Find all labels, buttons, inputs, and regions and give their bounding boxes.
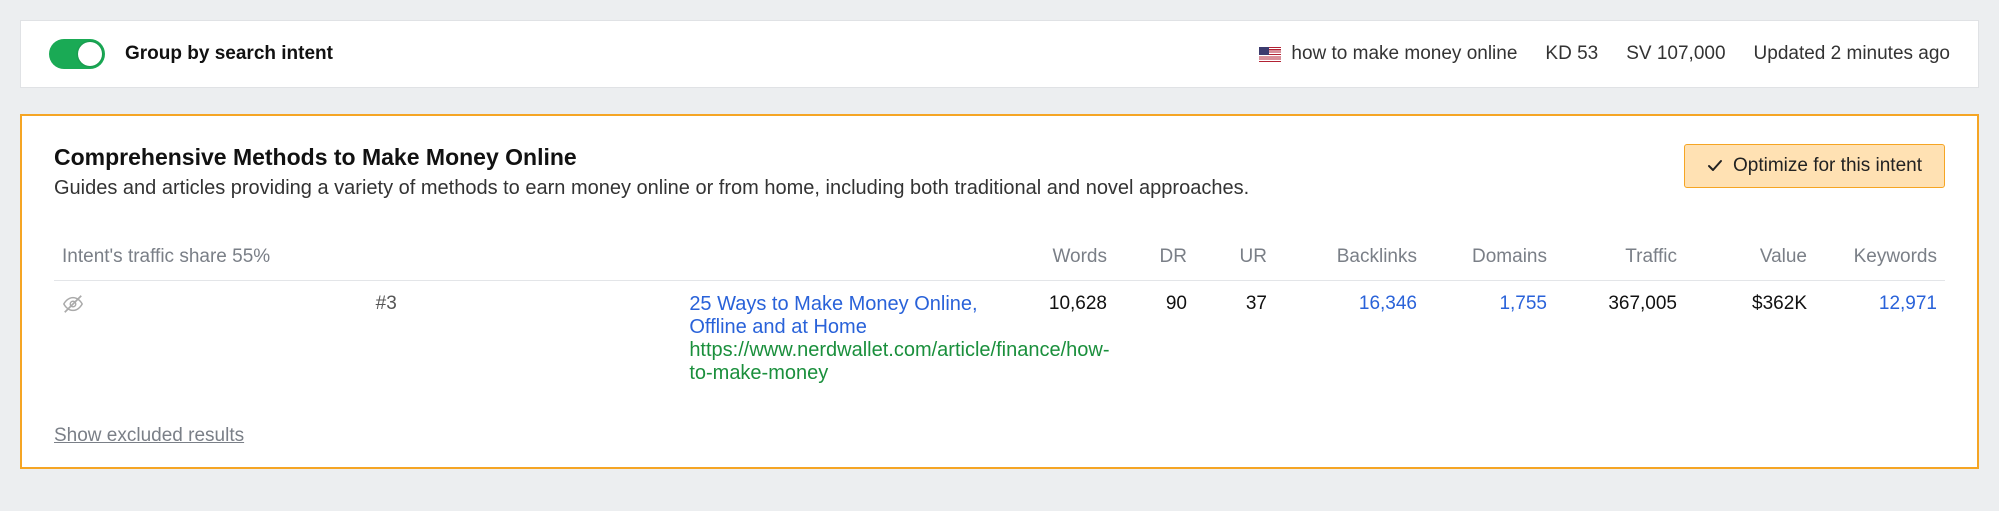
results-table: Intent's traffic share 55% Words DR UR B… [54,234,1945,397]
hide-row-icon[interactable] [62,299,84,320]
row-ur: 37 [1195,281,1275,398]
show-excluded-link[interactable]: Show excluded results [54,425,244,447]
keyword-text: how to make money online [1291,43,1517,65]
intent-description: Guides and articles providing a variety … [54,177,1664,200]
toggle-knob [78,42,102,66]
check-icon [1707,158,1723,174]
intent-card: Comprehensive Methods to Make Money Onli… [20,114,1979,469]
row-rank: #3 [376,293,397,314]
col-domains: Domains [1425,234,1555,281]
group-by-intent-label: Group by search intent [125,43,333,65]
row-backlinks-link[interactable]: 16,346 [1359,293,1417,314]
kd-stat: KD 53 [1545,43,1598,65]
col-dr: DR [1115,234,1195,281]
row-dr: 90 [1115,281,1195,398]
table-row: #3 25 Ways to Make Money Online, Offline… [54,281,1945,398]
row-value: $362K [1685,281,1815,398]
traffic-share-header: Intent's traffic share 55% [54,234,995,281]
updated-stat: Updated 2 minutes ago [1754,43,1950,65]
col-ur: UR [1195,234,1275,281]
col-backlinks: Backlinks [1275,234,1425,281]
col-words: Words [995,234,1115,281]
col-keywords: Keywords [1815,234,1945,281]
optimize-intent-button[interactable]: Optimize for this intent [1684,144,1945,188]
intent-title: Comprehensive Methods to Make Money Onli… [54,144,1664,171]
group-by-intent-toggle[interactable] [49,39,105,69]
keyword-display: how to make money online [1259,43,1517,65]
col-traffic: Traffic [1555,234,1685,281]
col-value: Value [1685,234,1815,281]
optimize-intent-label: Optimize for this intent [1733,155,1922,177]
top-bar: Group by search intent how to make money… [20,20,1979,88]
row-title-link[interactable]: 25 Ways to Make Money Online, Offline an… [689,293,977,338]
us-flag-icon [1259,47,1281,62]
row-domains-link[interactable]: 1,755 [1499,293,1547,314]
row-keywords-link[interactable]: 12,971 [1879,293,1937,314]
sv-stat: SV 107,000 [1626,43,1725,65]
stats-right: how to make money online KD 53 SV 107,00… [1259,43,1950,65]
row-traffic: 367,005 [1555,281,1685,398]
